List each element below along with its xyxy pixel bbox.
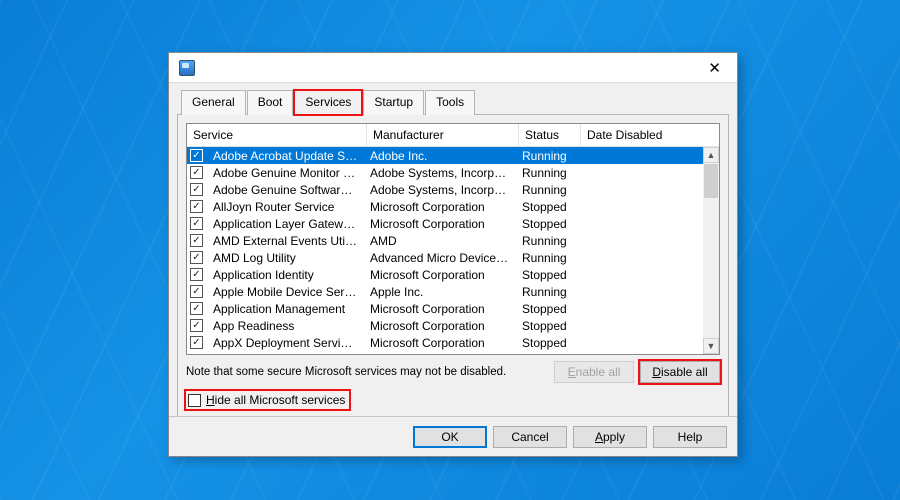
tab-general[interactable]: General [181, 90, 246, 115]
cell-status: Stopped [516, 319, 578, 333]
cell-manufacturer: Microsoft Corporation [364, 200, 516, 214]
cell-status: Stopped [516, 217, 578, 231]
scroll-up-icon[interactable]: ▲ [703, 147, 719, 163]
cell-manufacturer: AMD [364, 234, 516, 248]
help-button[interactable]: Help [653, 426, 727, 448]
cell-service: AppX Deployment Service (AppX... [207, 336, 364, 350]
col-manufacturer[interactable]: Manufacturer [367, 124, 519, 146]
cell-manufacturer: Advanced Micro Devices, I... [364, 251, 516, 265]
row-checkbox[interactable]: ✓ [190, 149, 203, 162]
cell-status: Stopped [516, 302, 578, 316]
scroll-thumb[interactable] [704, 164, 718, 198]
row-checkbox[interactable]: ✓ [190, 200, 203, 213]
table-row[interactable]: ✓ Adobe Genuine Monitor ServiceAdobe Syst… [187, 164, 703, 181]
cell-manufacturer: Microsoft Corporation [364, 268, 516, 282]
table-row[interactable]: ✓ AMD External Events UtilityAMDRunning [187, 232, 703, 249]
cell-status: Running [516, 285, 578, 299]
dialog-buttons: OK Cancel Apply Help [169, 416, 737, 456]
table-row[interactable]: ✓ Application ManagementMicrosoft Corpora… [187, 300, 703, 317]
cell-service: Adobe Genuine Monitor Service [207, 166, 364, 180]
titlebar: ✕ [169, 53, 737, 83]
cell-manufacturer: Adobe Systems, Incorpora... [364, 166, 516, 180]
row-checkbox[interactable]: ✓ [190, 166, 203, 179]
cell-service: AMD External Events Utility [207, 234, 364, 248]
col-service[interactable]: Service [187, 124, 367, 146]
services-panel: Service Manufacturer Status Date Disable… [177, 114, 729, 419]
cell-manufacturer: Microsoft Corporation [364, 217, 516, 231]
col-status[interactable]: Status [519, 124, 581, 146]
cell-status: Running [516, 251, 578, 265]
table-row[interactable]: ✓ AllJoyn Router ServiceMicrosoft Corpora… [187, 198, 703, 215]
cell-status: Running [516, 166, 578, 180]
cell-manufacturer: Apple Inc. [364, 285, 516, 299]
checkbox-icon [188, 394, 201, 407]
cell-service: Application Identity [207, 268, 364, 282]
row-checkbox[interactable]: ✓ [190, 302, 203, 315]
cell-status: Stopped [516, 200, 578, 214]
table-row[interactable]: ✓ AMD Log UtilityAdvanced Micro Devices, … [187, 249, 703, 266]
services-listbox: Service Manufacturer Status Date Disable… [186, 123, 720, 355]
row-checkbox[interactable]: ✓ [190, 251, 203, 264]
cell-service: Application Management [207, 302, 364, 316]
note-text: Note that some secure Microsoft services… [186, 366, 506, 378]
table-row[interactable]: ✓ Apple Mobile Device ServiceApple Inc.Ru… [187, 283, 703, 300]
table-row[interactable]: ✓ App ReadinessMicrosoft CorporationStopp… [187, 317, 703, 334]
tab-startup[interactable]: Startup [363, 90, 424, 115]
tab-boot[interactable]: Boot [247, 90, 294, 115]
row-checkbox[interactable]: ✓ [190, 217, 203, 230]
cell-service: AllJoyn Router Service [207, 200, 364, 214]
app-icon [179, 60, 195, 76]
cell-manufacturer: Adobe Systems, Incorpora... [364, 183, 516, 197]
tab-tools[interactable]: Tools [425, 90, 475, 115]
col-date-disabled[interactable]: Date Disabled [581, 124, 673, 146]
cell-status: Stopped [516, 336, 578, 350]
cell-service: Apple Mobile Device Service [207, 285, 364, 299]
table-row[interactable]: ✓ Application Layer Gateway ServiceMicros… [187, 215, 703, 232]
close-button[interactable]: ✕ [702, 57, 727, 79]
row-checkbox[interactable]: ✓ [190, 336, 203, 349]
tab-services[interactable]: Services [294, 90, 362, 115]
table-row[interactable]: ✓ Adobe Acrobat Update ServiceAdobe Inc.R… [187, 147, 703, 164]
cell-service: Application Layer Gateway Service [207, 217, 364, 231]
row-checkbox[interactable]: ✓ [190, 234, 203, 247]
row-checkbox[interactable]: ✓ [190, 319, 203, 332]
cell-service: Adobe Genuine Software Integri... [207, 183, 364, 197]
scrollbar[interactable]: ▲ ▼ [703, 147, 719, 354]
row-checkbox[interactable]: ✓ [190, 183, 203, 196]
msconfig-dialog: ✕ General Boot Services Startup Tools Se… [168, 52, 738, 457]
table-row[interactable]: ✓ Application IdentityMicrosoft Corporati… [187, 266, 703, 283]
row-checkbox[interactable]: ✓ [190, 268, 203, 281]
cell-status: Stopped [516, 268, 578, 282]
apply-button[interactable]: Apply [573, 426, 647, 448]
hide-microsoft-checkbox[interactable]: Hide all Microsoft services [186, 391, 349, 409]
disable-all-button[interactable]: Disable all [640, 361, 720, 383]
cancel-button[interactable]: Cancel [493, 426, 567, 448]
cell-manufacturer: Microsoft Corporation [364, 302, 516, 316]
column-headers: Service Manufacturer Status Date Disable… [187, 124, 719, 147]
cell-status: Running [516, 234, 578, 248]
ok-button[interactable]: OK [413, 426, 487, 448]
cell-status: Running [516, 149, 578, 163]
cell-service: AMD Log Utility [207, 251, 364, 265]
tabstrip: General Boot Services Startup Tools [169, 83, 737, 114]
cell-manufacturer: Adobe Inc. [364, 149, 516, 163]
cell-manufacturer: Microsoft Corporation [364, 319, 516, 333]
cell-manufacturer: Microsoft Corporation [364, 336, 516, 350]
scroll-down-icon[interactable]: ▼ [703, 338, 719, 354]
row-checkbox[interactable]: ✓ [190, 285, 203, 298]
cell-status: Running [516, 183, 578, 197]
cell-service: Adobe Acrobat Update Service [207, 149, 364, 163]
cell-service: App Readiness [207, 319, 364, 333]
table-row[interactable]: ✓ Adobe Genuine Software Integri...Adobe … [187, 181, 703, 198]
services-rows: ✓Adobe Acrobat Update ServiceAdobe Inc.R… [187, 147, 703, 354]
table-row[interactable]: ✓ AppX Deployment Service (AppX...Microso… [187, 334, 703, 351]
enable-all-button: Enable all [554, 361, 634, 383]
